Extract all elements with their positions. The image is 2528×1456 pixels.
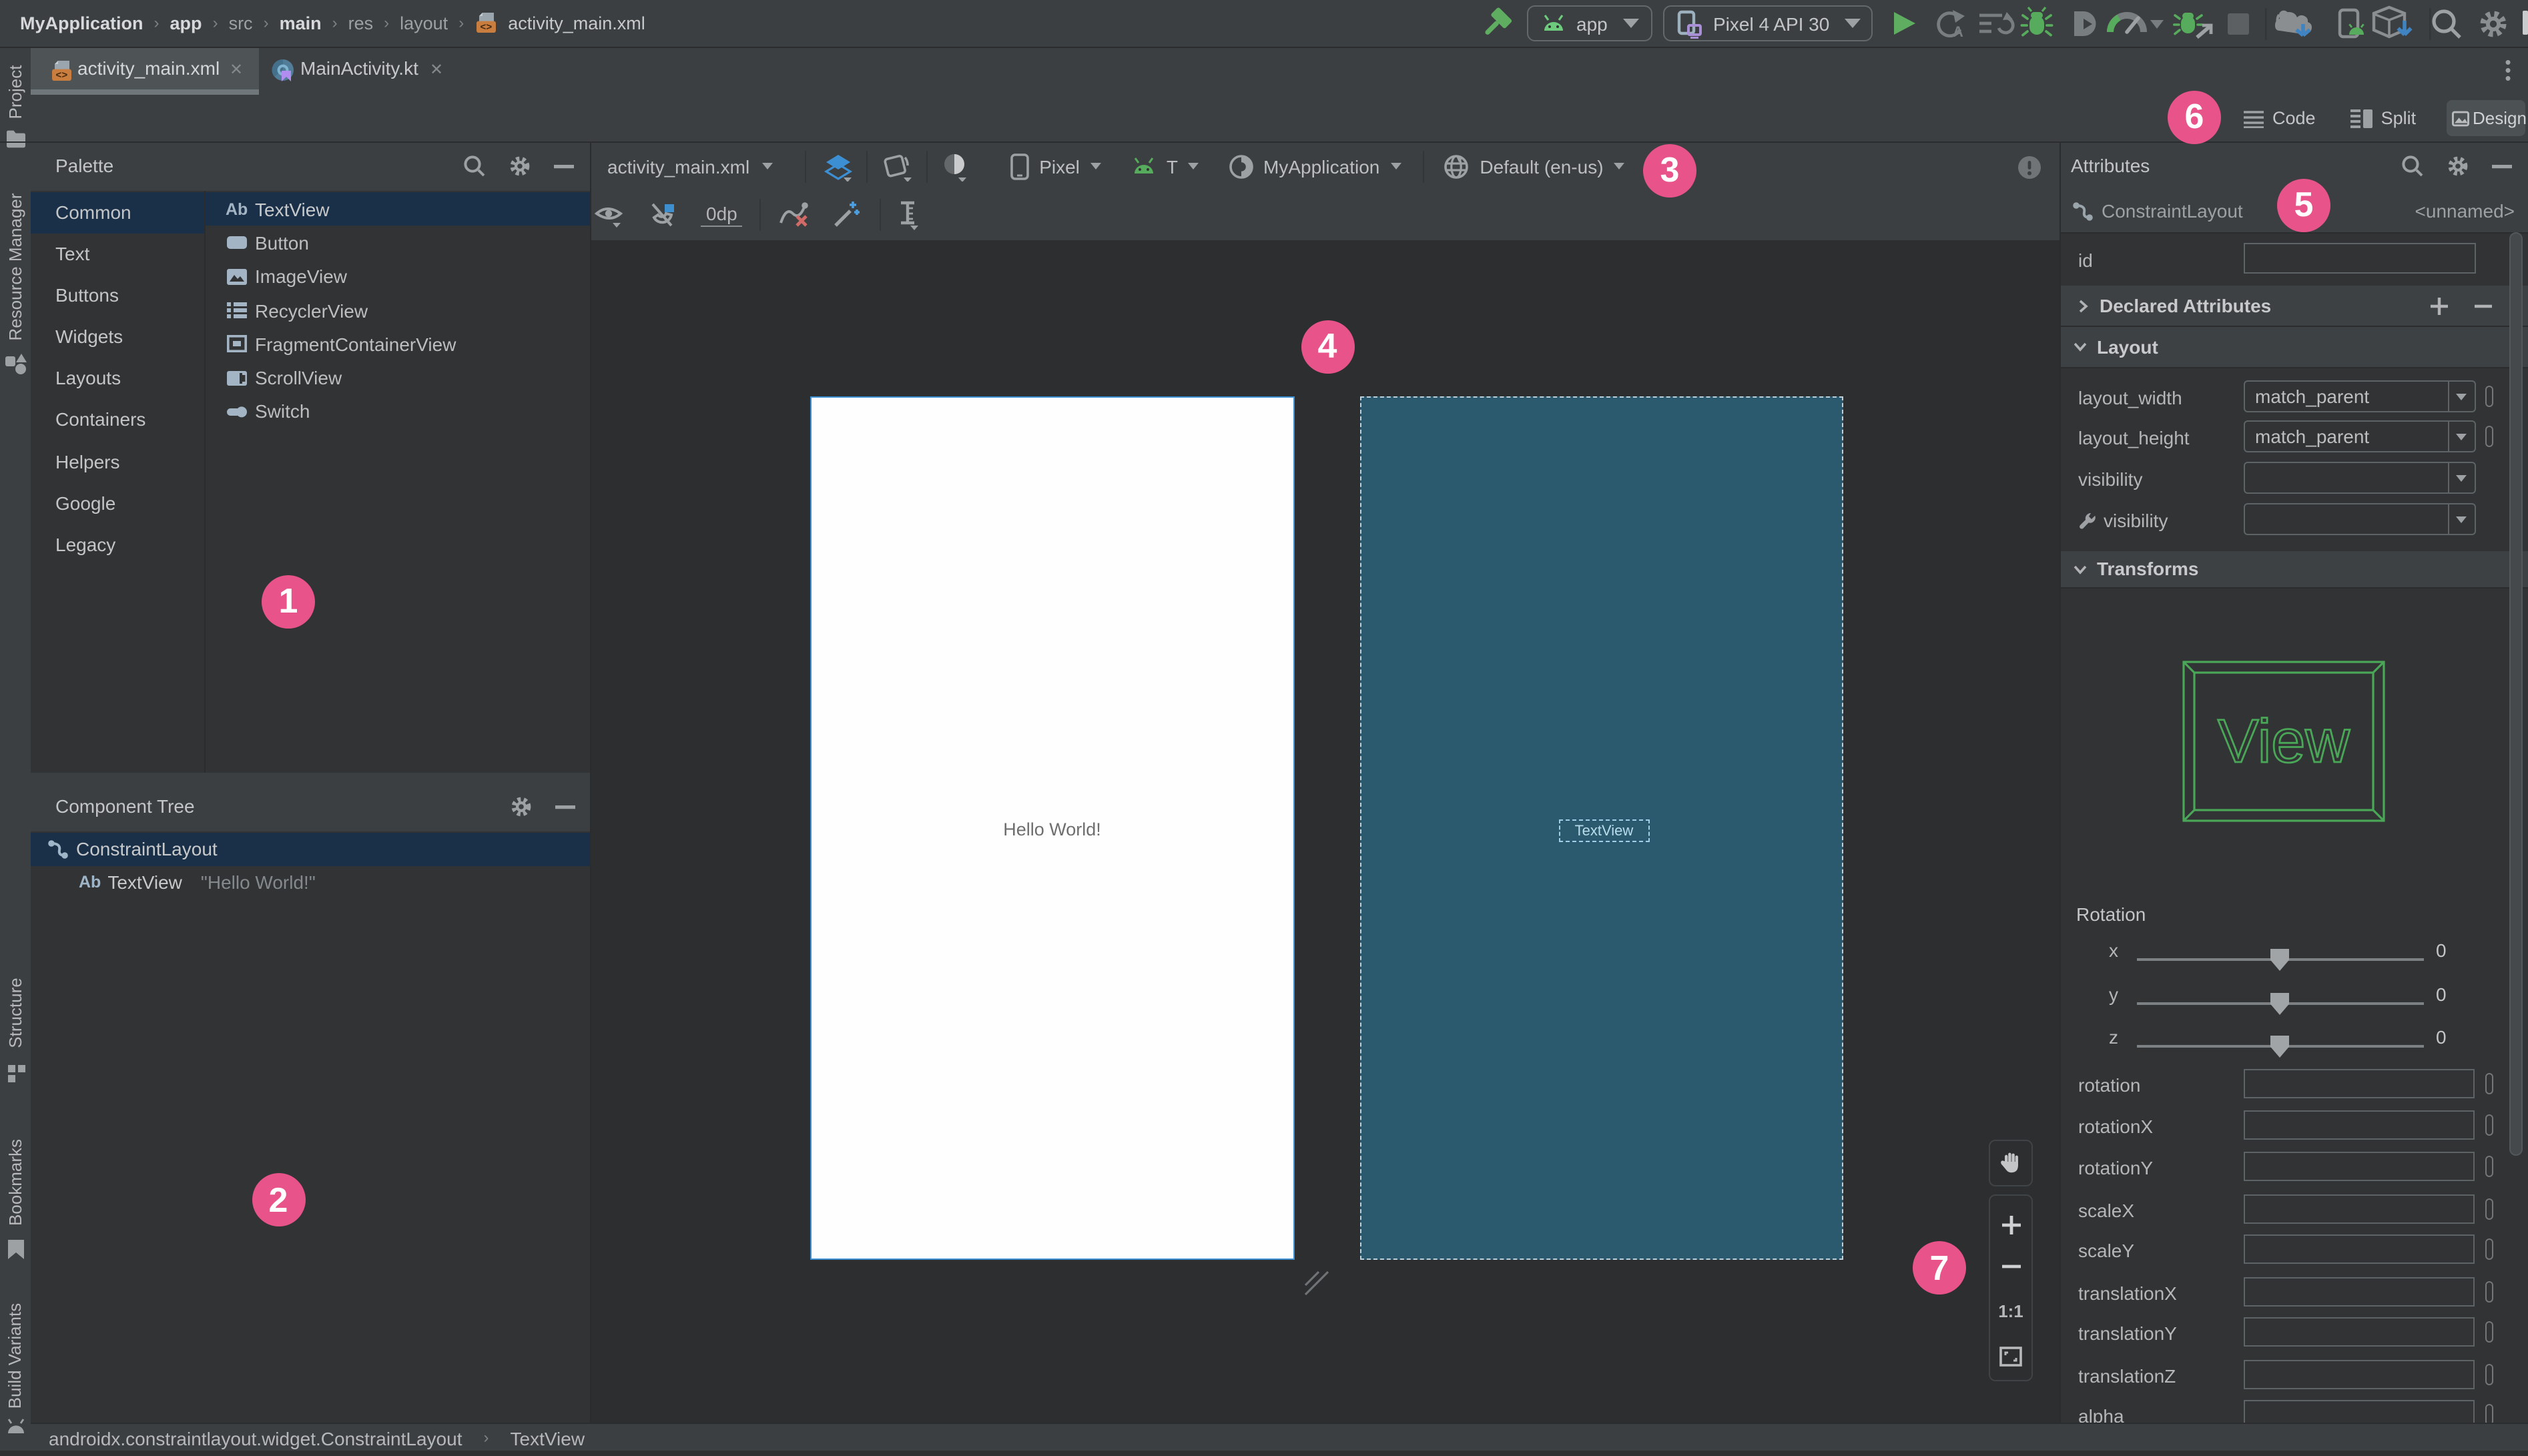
svg-text:A: A [1953, 23, 1963, 40]
svg-text:<>: <> [55, 69, 67, 81]
svg-text:View: View [2217, 707, 2349, 775]
svg-text:<>: <> [480, 22, 492, 33]
